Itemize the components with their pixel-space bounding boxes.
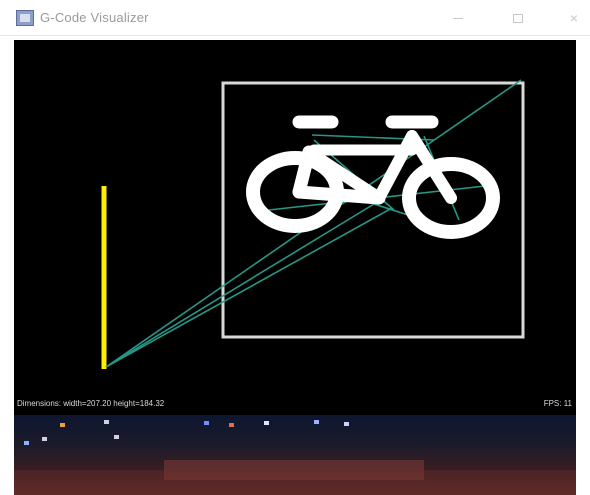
background-console-panel bbox=[14, 415, 576, 495]
gcode-drawing bbox=[101, 79, 525, 369]
app-window-icon bbox=[16, 10, 34, 26]
gcode-visualizer-window: G-Code Visualizer × Dimensions: width=20… bbox=[0, 0, 590, 495]
maximize-button[interactable] bbox=[500, 4, 536, 32]
minimize-icon bbox=[453, 17, 463, 19]
minimize-button[interactable] bbox=[440, 4, 476, 32]
fps-label: FPS: 11 bbox=[543, 399, 572, 408]
title-bar[interactable]: G-Code Visualizer × bbox=[0, 0, 590, 36]
status-bar: Dimensions: width=207.20 height=184.32 F… bbox=[14, 395, 576, 413]
close-icon: × bbox=[569, 10, 579, 26]
dimensions-label: Dimensions: width=207.20 height=184.32 bbox=[17, 399, 165, 408]
close-button[interactable]: × bbox=[556, 4, 590, 32]
window-title: G-Code Visualizer bbox=[40, 10, 149, 25]
render-canvas[interactable] bbox=[14, 40, 576, 415]
maximize-icon bbox=[513, 13, 523, 23]
